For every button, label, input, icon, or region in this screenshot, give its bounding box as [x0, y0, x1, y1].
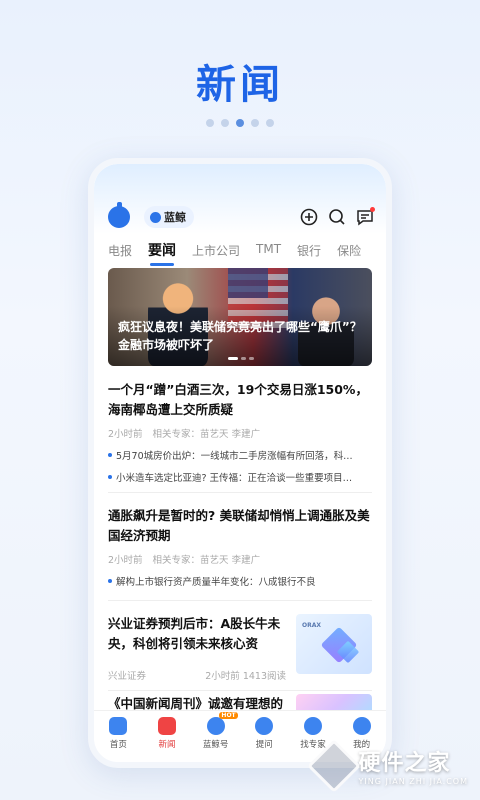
app-topbar: 蓝鲸: [94, 164, 386, 234]
thumbnail-caption: ORAX: [302, 622, 321, 629]
home-icon: [109, 717, 128, 735]
news-title: 兴业证券预判后市：A股长牛未央，科创将引领未来核心资: [108, 616, 281, 651]
news-meta: 2小时前 相关专家：苗艺天 李建广: [108, 552, 372, 566]
related-news-link[interactable]: 小米造车选定比亚迪? 王传福：正在洽谈一些重要项目…: [108, 470, 372, 484]
nav-home[interactable]: 首页: [96, 717, 140, 762]
divider: [108, 600, 372, 601]
divider: [108, 690, 372, 691]
app-logo-icon[interactable]: [108, 202, 130, 228]
pager-dot-active[interactable]: [236, 119, 244, 127]
tab-insurance[interactable]: 保险: [337, 242, 361, 266]
news-meta: 2小时前 相关专家：苗艺天 李建广: [108, 426, 372, 440]
news-source: 兴业证券: [108, 671, 147, 682]
news-title: 通胀飙升是暂时的? 美联储却悄悄上调通胀及美国经济预期: [108, 508, 370, 543]
news-experts: 相关专家：苗艺天 李建广: [152, 555, 261, 566]
watermark-subtitle: YING JIAN ZHI JIA.COM: [358, 777, 468, 786]
news-item[interactable]: 兴业证券预判后市：A股长牛未央，科创将引领未来核心资 兴业证券 2小时前 141…: [108, 614, 372, 682]
top-story-banner[interactable]: 疯狂议息夜！美联储究竟亮出了哪些“鹰爪”？金融市场被吓坏了: [108, 268, 372, 366]
tab-telegraph[interactable]: 电报: [108, 242, 132, 266]
tab-tmt[interactable]: TMT: [256, 242, 281, 266]
watermark-logo-icon: [306, 738, 361, 793]
related-news-link[interactable]: 解构上市银行资产质量半年变化：八成银行不良: [108, 574, 372, 588]
profile-icon: [352, 717, 371, 735]
phone-frame: 蓝鲸 电报 要闻 上市公司 TMT 银行 保险 疯狂议息夜！美联储究竟亮出了哪些…: [88, 158, 392, 768]
question-icon: [255, 717, 274, 735]
banner-pager-dot-active: [228, 357, 238, 360]
whale-icon: [206, 717, 225, 735]
pager-dot[interactable]: [206, 119, 214, 127]
tab-listed-companies[interactable]: 上市公司: [192, 242, 240, 266]
notification-dot: [370, 207, 375, 212]
page-headline: 新闻: [196, 62, 284, 108]
site-watermark: 硬件之家 YING JIAN ZHI JIA.COM: [306, 738, 468, 793]
app-screen: 蓝鲸 电报 要闻 上市公司 TMT 银行 保险 疯狂议息夜！美联储究竟亮出了哪些…: [94, 164, 386, 762]
nav-label: 提问: [255, 740, 273, 750]
channel-tabs: 电报 要闻 上市公司 TMT 银行 保险: [108, 242, 386, 266]
news-reads: 1413阅读: [242, 671, 286, 682]
add-icon[interactable]: [300, 208, 318, 226]
nav-label: 新闻: [158, 740, 176, 750]
nav-ask[interactable]: 提问: [242, 717, 286, 762]
news-icon: [157, 717, 176, 735]
whale-icon: [150, 211, 161, 223]
expert-icon: [303, 717, 322, 735]
related-news-link[interactable]: 5月70城房价出炉：一线城市二手房涨幅有所回落，科…: [108, 448, 372, 462]
brand-label: 蓝鲸: [164, 211, 186, 224]
banner-pager-dot: [249, 357, 254, 360]
news-item[interactable]: 通胀飙升是暂时的? 美联储却悄悄上调通胀及美国经济预期 2小时前 相关专家：苗艺…: [108, 506, 372, 588]
banner-photo-flag-canton: [228, 268, 268, 298]
news-meta: 兴业证券 2小时前 1413阅读: [108, 668, 286, 682]
nav-label: 蓝鲸号: [202, 740, 229, 750]
news-title: 一个月“蹭”白酒三次，19个交易日涨150%，海南椰岛遭上交所质疑: [108, 382, 368, 417]
news-experts: 相关专家：苗艺天 李建广: [152, 429, 261, 440]
brand-button[interactable]: 蓝鲸: [144, 206, 194, 228]
banner-pager-dot: [241, 357, 246, 360]
carousel-pager: [0, 119, 480, 127]
tab-banking[interactable]: 银行: [297, 242, 321, 266]
banner-headline: 疯狂议息夜！美联储究竟亮出了哪些“鹰爪”？金融市场被吓坏了: [118, 320, 362, 352]
message-icon[interactable]: [356, 207, 375, 226]
pager-dot[interactable]: [251, 119, 259, 127]
nav-news[interactable]: 新闻: [145, 717, 189, 762]
news-time: 2小时前: [108, 555, 143, 566]
news-item[interactable]: 一个月“蹭”白酒三次，19个交易日涨150%，海南椰岛遭上交所质疑 2小时前 相…: [108, 380, 372, 484]
divider: [108, 492, 372, 493]
nav-label: 首页: [109, 740, 127, 750]
banner-pager: [228, 357, 254, 360]
news-time: 2小时前: [108, 429, 143, 440]
watermark-title: 硬件之家: [358, 751, 451, 776]
nav-whale-account[interactable]: HOT 蓝鲸号: [194, 712, 238, 762]
pager-dot[interactable]: [266, 119, 274, 127]
hot-badge: HOT: [219, 712, 238, 719]
news-time: 2小时前: [205, 671, 240, 682]
search-icon[interactable]: [328, 208, 346, 226]
pager-dot[interactable]: [221, 119, 229, 127]
news-thumbnail: ORAX: [296, 614, 372, 674]
tab-headlines[interactable]: 要闻: [148, 240, 176, 266]
